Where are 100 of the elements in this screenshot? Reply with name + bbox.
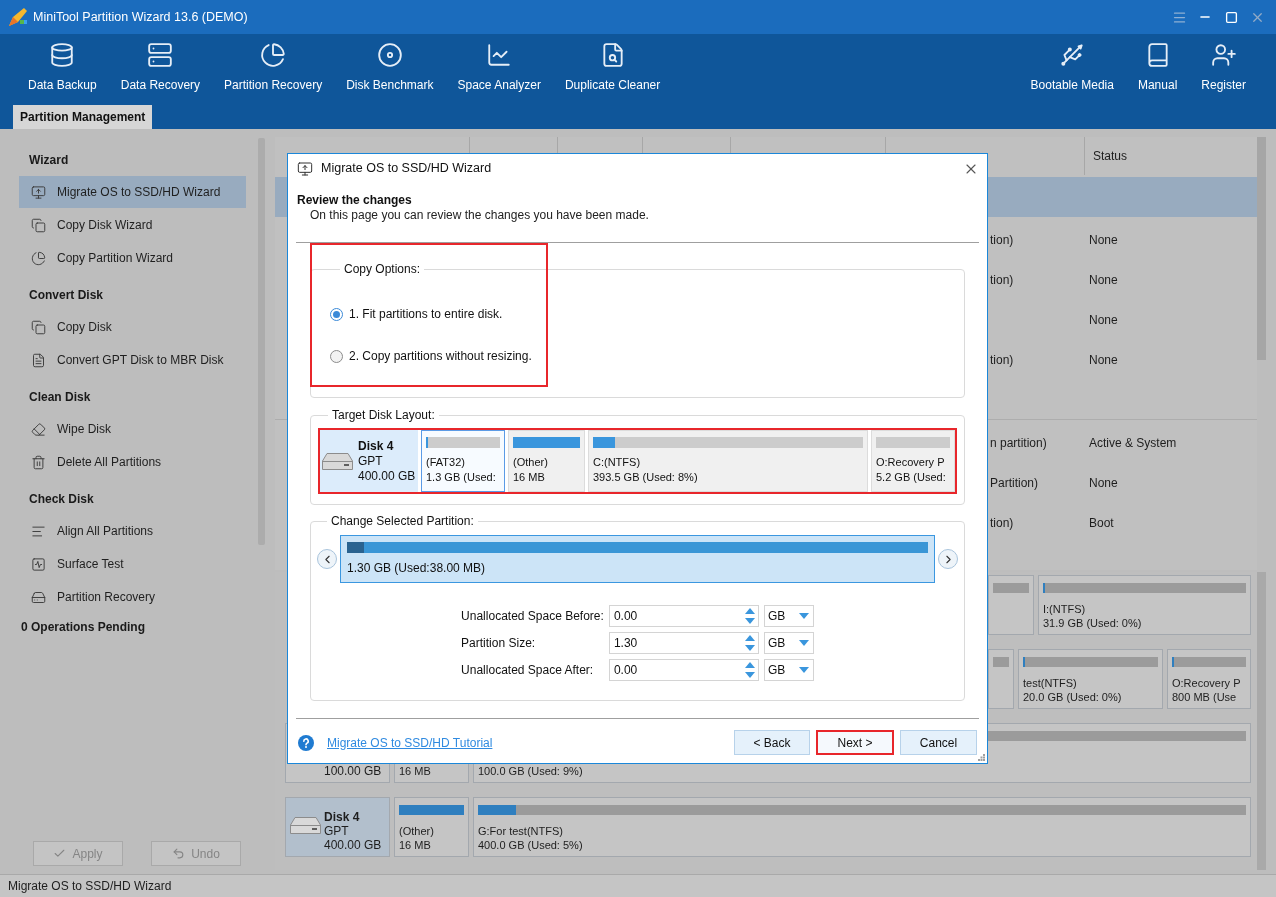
radio-button[interactable] [330,307,343,321]
table-cell: Active & System [1089,436,1177,450]
selected-partition-box[interactable]: 1.30 GB (Used:38.00 MB) [340,535,935,583]
number-field[interactable]: 0.00 [608,605,759,627]
partition-block[interactable] [988,649,1014,709]
toolbar-button[interactable]: Duplicate Cleaner [552,34,673,105]
partition-block[interactable]: C:(NTFS) 393.5 GB (Used: 8%) [588,430,868,492]
toolbar-button[interactable]: Space Analyzer [445,34,553,105]
resize-grip-icon [978,754,985,761]
group-label: Target Disk Layout: [332,408,435,422]
partition-block[interactable]: O:Recovery P 800 MB (Use [1167,649,1251,709]
check-icon [53,847,67,860]
scroll-right-button[interactable] [938,549,958,569]
section-heading: Check Disk [29,491,94,508]
dialog-button[interactable]: < Back [734,730,810,755]
partition-block[interactable]: (Other) 16 MB [508,430,585,492]
radio-option[interactable]: 1. Fit partitions to entire disk. [330,306,503,322]
table-cell: tion) [990,516,1014,530]
partition-size: 5.2 GB (Used: [876,470,946,485]
toolbar-button[interactable]: Bootable Media [1018,34,1126,105]
table-cell: Partition) [990,476,1039,490]
spin-arrows-icon[interactable] [744,608,755,624]
unit-dropdown[interactable]: GB [763,659,814,681]
partition-block[interactable]: (FAT32) 1.3 GB (Used: [421,430,505,492]
toolbar-button[interactable]: Disk Benchmark [334,34,446,105]
partition-block[interactable]: G:For test(NTFS) 400.0 GB (Used: 5%) [473,797,1251,857]
group-label: Copy Options: [344,262,421,276]
disk-block[interactable]: Disk 4 GPT 400.00 GB [320,430,418,492]
spin-arrows-icon[interactable] [744,635,755,651]
sidebar-item[interactable]: Align All Partitions [19,515,246,547]
table-cell: None [1089,476,1118,490]
toolbar-button[interactable]: Data Recovery [108,34,213,105]
partition-block[interactable]: O:Recovery P 5.2 GB (Used: [871,430,955,492]
user-plus-icon [1210,42,1237,68]
field-label: Unallocated Space Before: [461,608,604,625]
sidebar-item[interactable]: Copy Disk Wizard [19,209,246,241]
partition-block[interactable]: I:(NTFS) 31.9 GB (Used: 0%) [1038,575,1251,635]
column-header: Status [1093,148,1128,165]
number-field[interactable]: 0.00 [608,659,759,681]
table-cell: tion) [990,233,1014,247]
sidebar-item[interactable]: Migrate OS to SSD/HD Wizard [19,176,246,208]
partition-size: 1.3 GB (Used: [426,470,496,485]
usb-icon [1059,42,1086,68]
spin-arrows-icon[interactable] [744,662,755,678]
toolbar-button[interactable]: Data Backup [16,34,109,105]
sidebar-item[interactable]: Convert GPT Disk to MBR Disk [19,344,246,376]
pie-chart-icon [31,250,46,266]
sidebar-item[interactable]: Copy Partition Wizard [19,242,246,274]
partition-label: test(NTFS) [1023,676,1077,690]
disk-size: 400.00 GB [324,838,382,852]
scrollbar[interactable] [1257,137,1266,360]
disk-block[interactable]: Disk 4 GPT 400.00 GB [285,797,390,857]
sidebar-item[interactable]: Partition Recovery [19,581,246,613]
document-icon [31,352,46,368]
table-cell: n partition) [990,436,1047,450]
dialog-heading: Review the changes [297,192,412,208]
dialog-button[interactable]: Cancel [900,730,977,755]
partition-block[interactable]: test(NTFS) 20.0 GB (Used: 0%) [1018,649,1163,709]
radio-button[interactable] [330,349,343,363]
scroll-left-button[interactable] [317,549,337,569]
toolbar-button[interactable]: Register [1189,34,1258,105]
partition-size: 800 MB (Use [1172,690,1237,704]
tab[interactable]: Partition Management [13,105,153,129]
unit-dropdown[interactable]: GB [763,632,814,654]
pending-operations-label: 0 Operations Pending [21,620,146,634]
toolbar-button[interactable]: Manual [1125,34,1190,105]
radio-option[interactable]: 2. Copy partitions without resizing. [330,348,532,364]
dialog-description: On this page you can review the changes you have been made. [310,208,649,222]
menu-icon [1171,9,1187,25]
partition-block[interactable]: (Other) 16 MB [394,797,469,857]
toolbar-button[interactable]: Partition Recovery [212,34,335,105]
partition-label: G:For test(NTFS) [478,824,563,838]
unit-dropdown[interactable]: GB [763,605,814,627]
dialog-button[interactable]: Next > [816,730,894,755]
sidebar-item[interactable]: Copy Disk [19,311,246,343]
help-icon[interactable] [298,734,314,751]
field-label: Unallocated Space After: [461,662,594,679]
sidebar-item[interactable]: Wipe Disk [19,413,246,445]
sidebar-item[interactable]: Surface Test [19,548,246,580]
disc-icon [376,42,403,68]
partition-size: 1.30 GB (Used:38.00 MB) [347,561,486,575]
table-cell: None [1089,313,1118,327]
table-cell: None [1089,233,1118,247]
number-field[interactable]: 1.30 [608,632,759,654]
table-cell: None [1089,353,1118,367]
usage-bar [993,657,1009,667]
partition-label: O:Recovery P [876,455,945,470]
partition-block[interactable] [988,575,1034,635]
sidebar-item[interactable]: Delete All Partitions [19,446,246,478]
partition-size: 16 MB [513,470,545,485]
database-icon [49,42,76,68]
partition-size: 20.0 GB (Used: 0%) [1023,690,1122,704]
disk-type: GPT [358,453,383,469]
table-cell: tion) [990,273,1014,287]
window-title: MiniTool Partition Wizard 13.6 (DEMO) [33,8,248,26]
monitor-upload-icon [297,160,313,177]
server-icon [147,42,174,68]
eraser-icon [31,421,46,437]
disk-name: Disk 4 [324,810,360,824]
caret-down-icon [798,613,809,619]
